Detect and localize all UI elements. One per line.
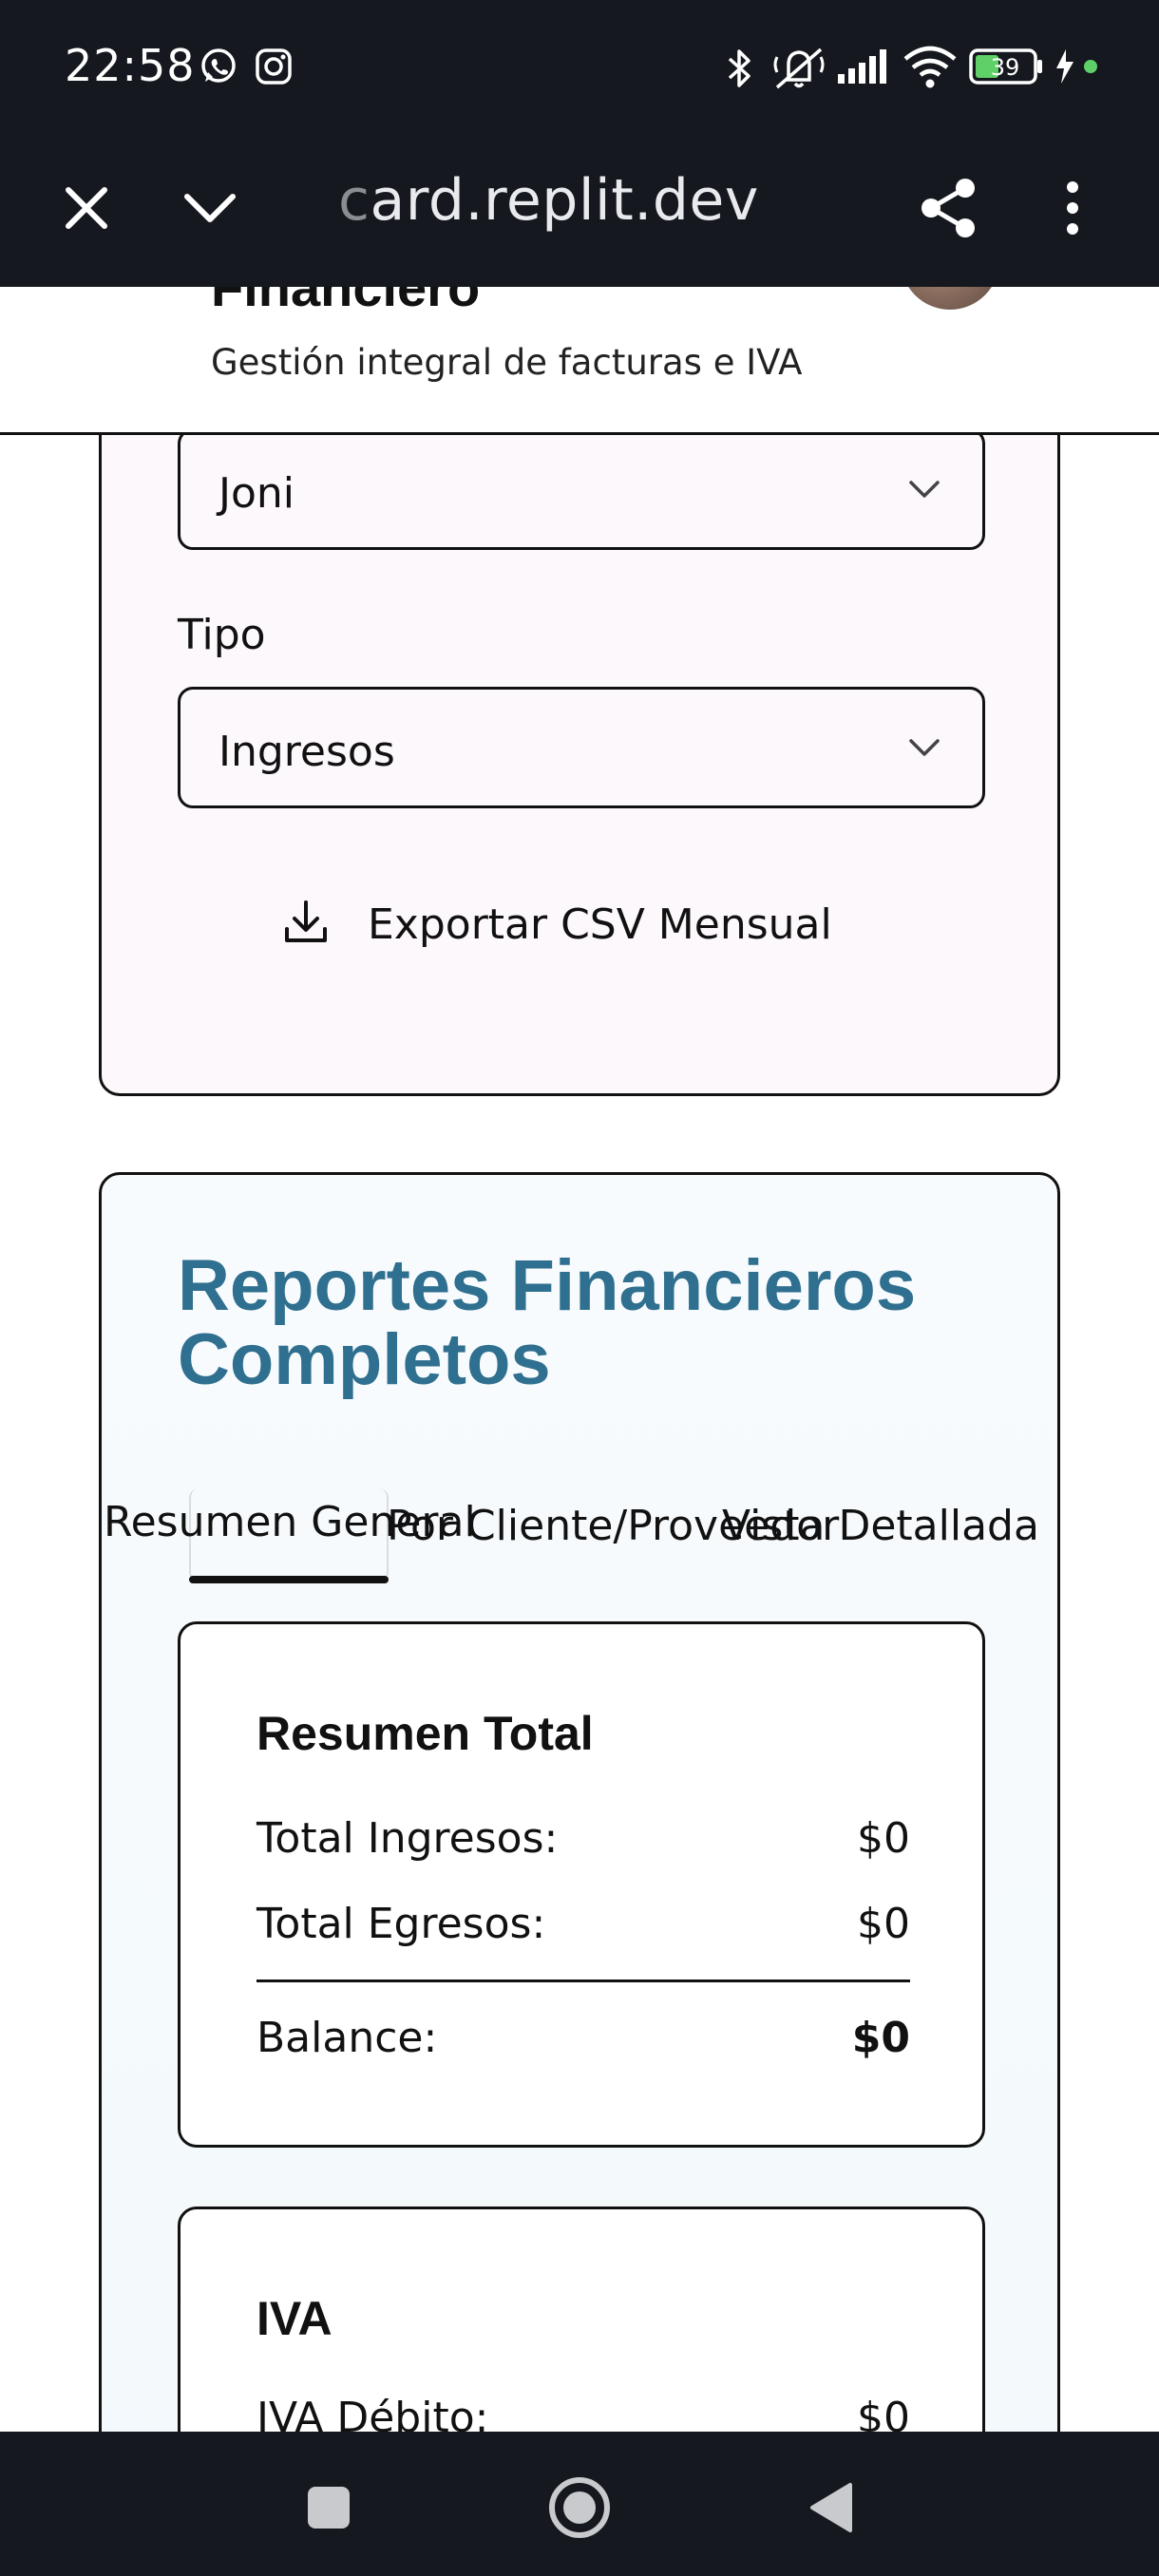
tab-active-indicator — [189, 1576, 389, 1583]
url-bar[interactable]: card.replit.dev — [338, 167, 759, 234]
url-faded-prefix: c — [338, 167, 370, 234]
share-icon[interactable] — [906, 165, 992, 251]
battery-icon: 39 — [969, 47, 1045, 90]
summary-divider — [256, 1979, 910, 1982]
close-icon[interactable] — [44, 165, 129, 251]
url-text: ard.replit.dev — [370, 167, 759, 234]
system-nav-bar — [0, 2432, 1159, 2576]
bluetooth-icon — [724, 46, 756, 96]
export-csv-label: Exportar CSV Mensual — [368, 900, 832, 949]
type-select-value: Ingresos — [218, 728, 395, 776]
total-expense-row: Total Egresos: $0 — [256, 1900, 910, 1957]
svg-text:39: 39 — [991, 54, 1020, 81]
total-expense-label: Total Egresos: — [256, 1900, 546, 1948]
chevron-down-icon — [908, 737, 940, 763]
type-select[interactable]: Ingresos — [178, 687, 985, 808]
total-income-label: Total Ingresos: — [256, 1814, 559, 1863]
export-csv-button[interactable]: Exportar CSV Mensual — [149, 879, 1014, 970]
balance-label: Balance: — [256, 2014, 438, 2062]
download-icon — [282, 899, 330, 951]
balance-value: $0 — [851, 2014, 910, 2062]
back-icon[interactable] — [783, 2460, 878, 2555]
avatar[interactable] — [901, 287, 999, 310]
user-select-value: Joni — [218, 469, 295, 518]
balance-row: Balance: $0 — [256, 2014, 910, 2071]
summary-heading: Resumen Total — [256, 1707, 594, 1760]
status-bar: 22:58 39 — [0, 0, 1159, 133]
page-header: Financiero Gestión integral de facturas … — [0, 287, 1159, 435]
charging-icon — [1053, 47, 1100, 90]
user-select[interactable]: Joni — [178, 435, 985, 550]
iva-heading: IVA — [256, 2292, 332, 2345]
tab-vista-detallada[interactable]: Vista Detallada — [722, 1502, 1039, 1550]
type-label: Tipo — [178, 611, 266, 659]
main-content: Joni Tipo Ingresos Exportar CSV Mensual … — [0, 435, 1159, 2432]
iva-debit-value: $0 — [857, 2394, 910, 2432]
more-icon[interactable] — [1030, 165, 1115, 251]
page-subtitle: Gestión integral de facturas e IVA — [211, 342, 803, 383]
reports-card: Reportes Financieros Completos Resumen G… — [99, 1172, 1060, 2432]
page-title: Financiero — [211, 287, 481, 317]
total-income-value: $0 — [857, 1814, 910, 1863]
iva-debit-row: IVA Débito: $0 — [256, 2394, 910, 2432]
total-income-row: Total Ingresos: $0 — [256, 1814, 910, 1871]
instagram-icon — [253, 46, 294, 92]
iva-card: IVA IVA Débito: $0 — [178, 2207, 985, 2432]
chevron-down-icon — [908, 479, 940, 504]
reports-title: Reportes Financieros Completos — [178, 1245, 917, 1400]
total-expense-value: $0 — [857, 1900, 910, 1948]
wifi-icon — [902, 46, 958, 94]
status-time: 22:58 — [65, 40, 196, 91]
filters-card: Joni Tipo Ingresos Exportar CSV Mensual — [99, 435, 1060, 1096]
mute-icon — [771, 46, 826, 96]
chevron-down-icon[interactable] — [167, 165, 253, 251]
signal-icon — [836, 46, 893, 92]
report-tabs: Resumen General Por Cliente/Proveedor Vi… — [102, 1488, 1063, 1606]
iva-debit-label: IVA Débito: — [256, 2394, 489, 2432]
summary-total-card: Resumen Total Total Ingresos: $0 Total E… — [178, 1621, 985, 2148]
home-icon[interactable] — [532, 2460, 627, 2555]
browser-toolbar: card.replit.dev — [0, 133, 1159, 287]
whatsapp-icon — [198, 46, 239, 92]
recents-icon[interactable] — [281, 2460, 376, 2555]
